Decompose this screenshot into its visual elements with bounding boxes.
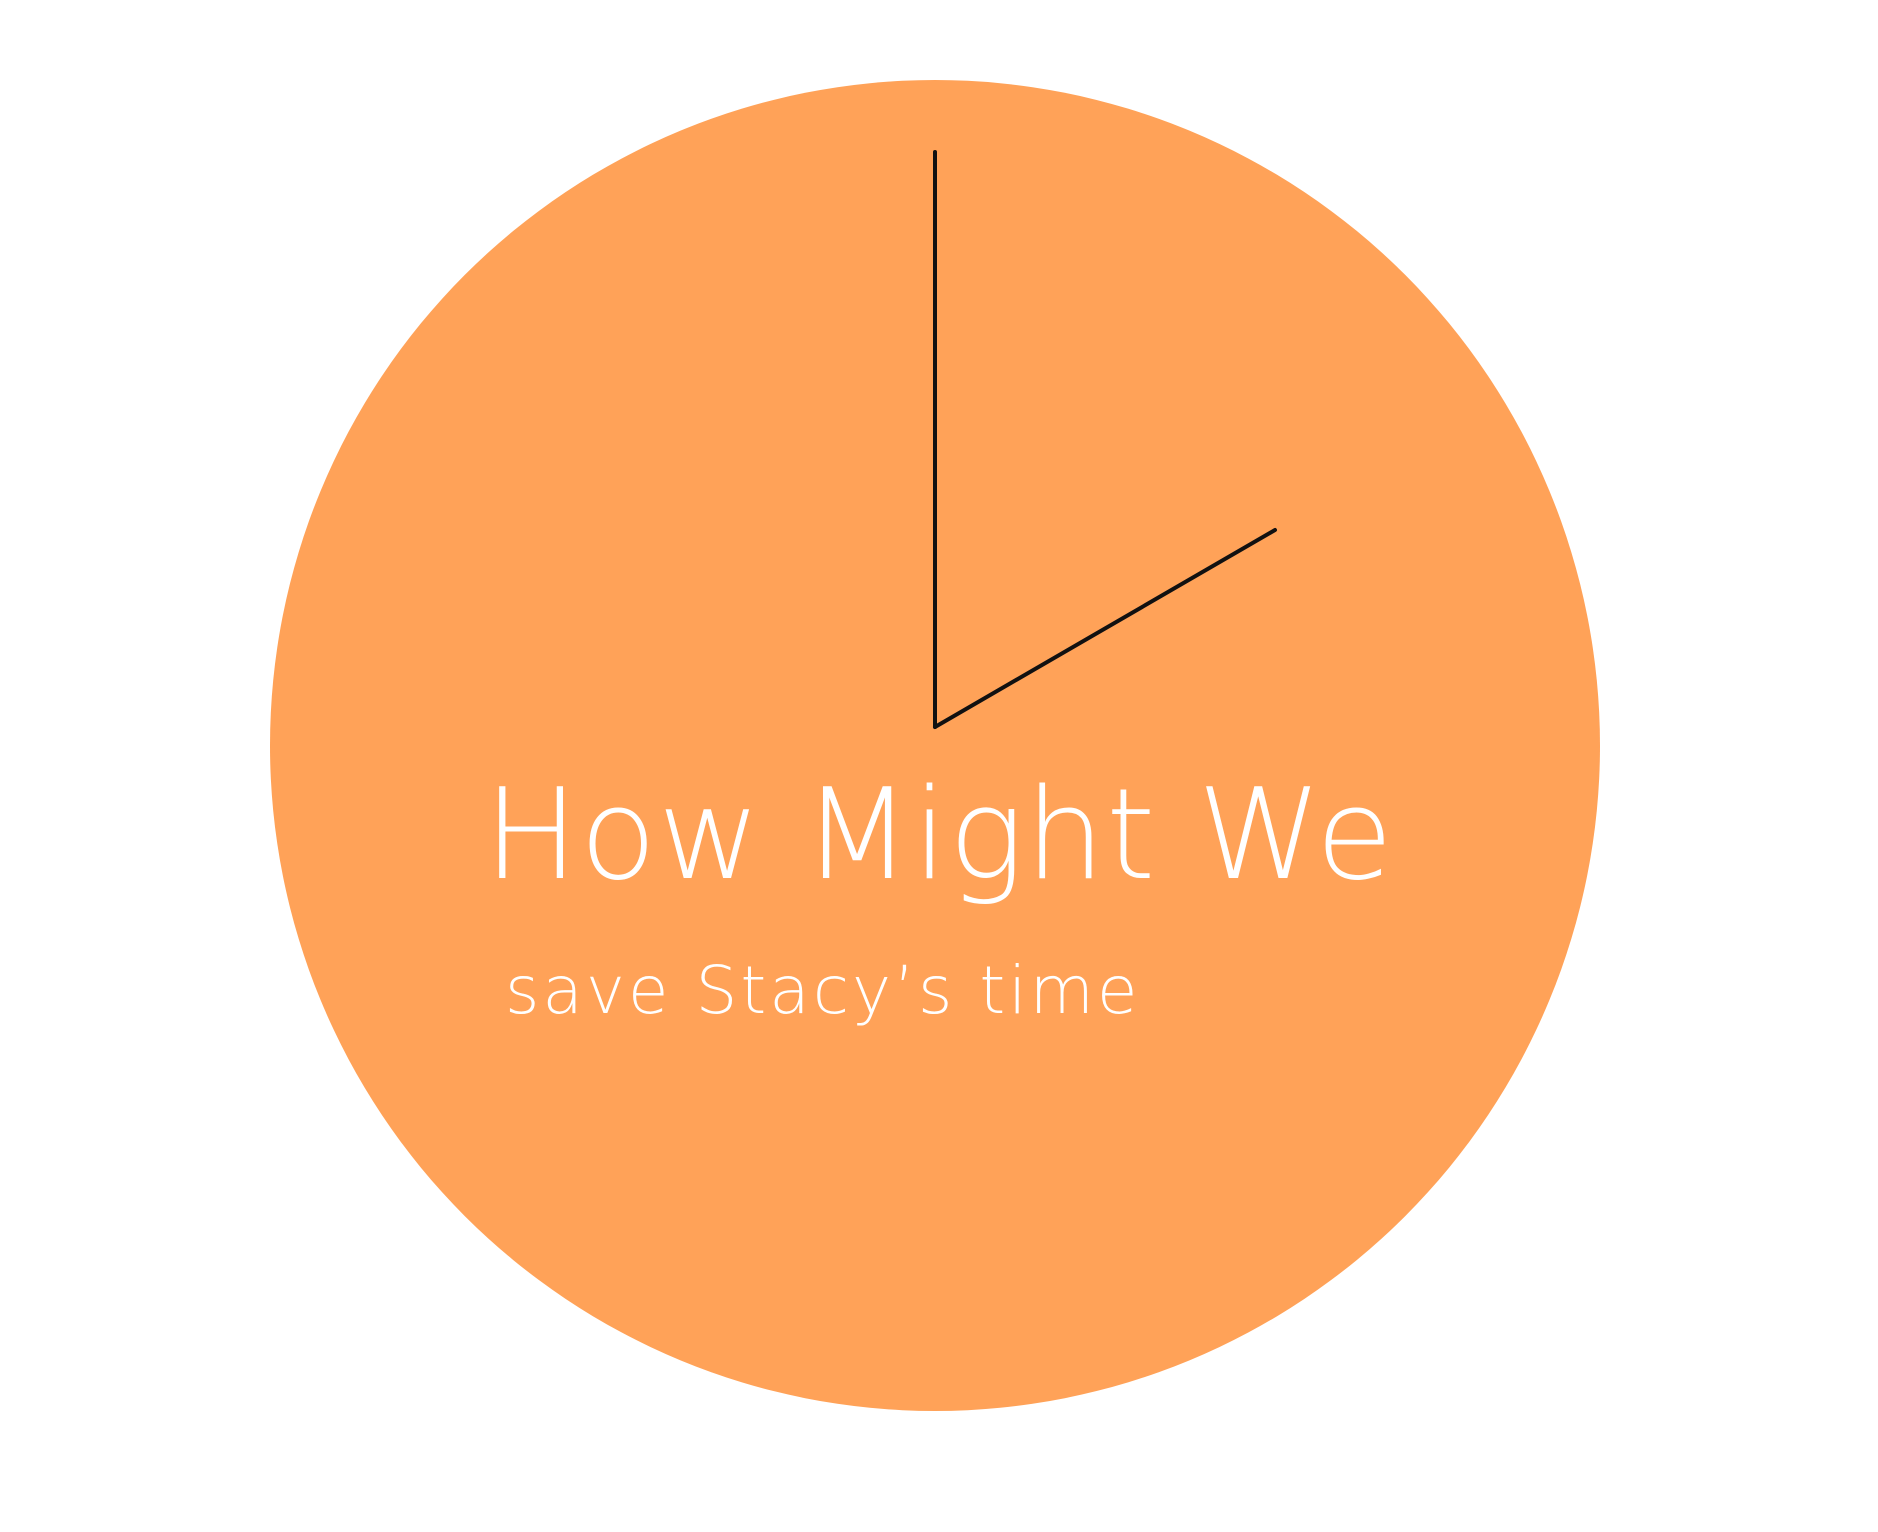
clock-hour-hand	[933, 528, 1277, 729]
subtitle: save Stacy’s time	[505, 952, 1141, 1029]
hmw-card: How Might We save Stacy’s time	[0, 0, 1878, 1532]
headline: How Might We	[483, 761, 1395, 908]
